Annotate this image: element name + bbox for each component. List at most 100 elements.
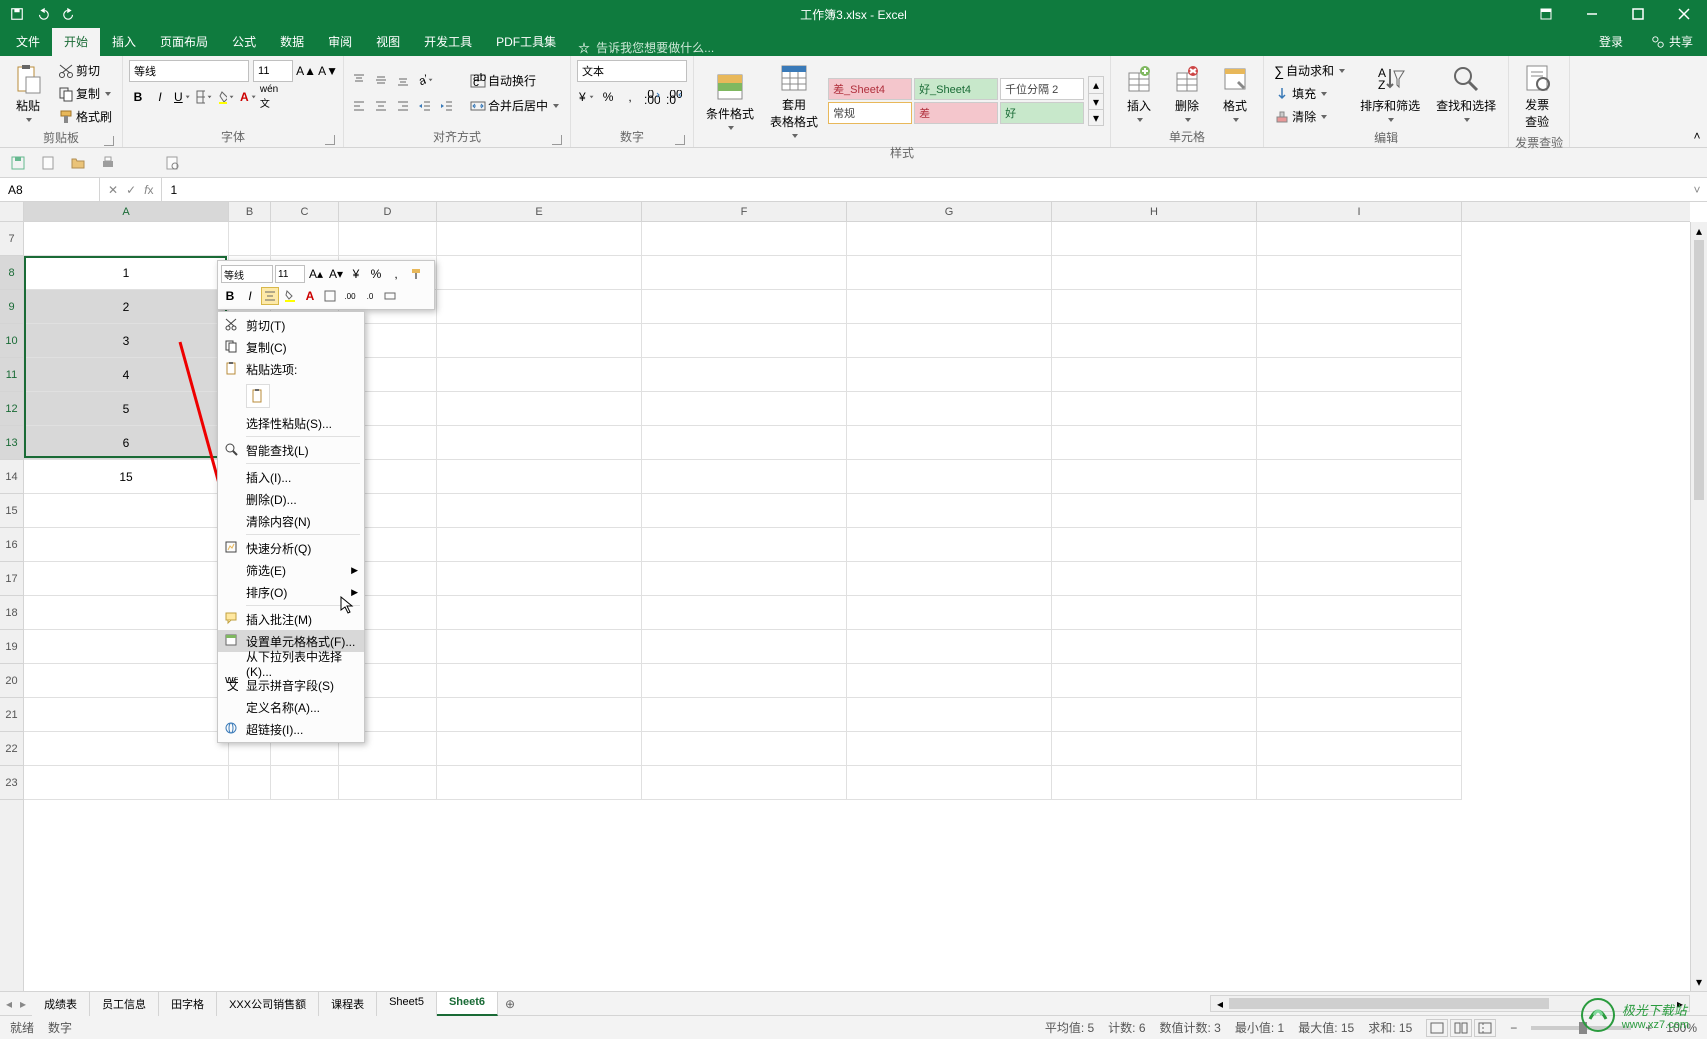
cell[interactable] — [1257, 528, 1462, 562]
cell[interactable] — [24, 222, 229, 256]
context-menu-item[interactable]: 复制(C) — [218, 336, 364, 358]
name-box[interactable] — [0, 178, 100, 201]
cell[interactable] — [271, 222, 339, 256]
context-menu-item[interactable]: 清除内容(N) — [218, 510, 364, 532]
cell[interactable] — [437, 528, 642, 562]
sort-filter-button[interactable]: AZ排序和筛选 — [1354, 61, 1426, 126]
qat-quickprint-icon[interactable] — [100, 155, 116, 171]
cell[interactable] — [24, 596, 229, 630]
tab-开始[interactable]: 开始 — [52, 27, 100, 56]
increase-indent-icon[interactable] — [438, 97, 456, 115]
mini-fill-color-icon[interactable] — [281, 287, 299, 305]
increase-decimal-icon[interactable]: .0.00 — [643, 88, 661, 106]
align-center-icon[interactable] — [372, 97, 390, 115]
cell[interactable] — [847, 732, 1052, 766]
select-all-corner[interactable] — [0, 202, 24, 222]
cell[interactable]: 4 — [24, 358, 229, 392]
maximize-icon[interactable] — [1615, 0, 1661, 28]
row-header[interactable]: 12 — [0, 392, 23, 426]
mini-inc-decimal-icon[interactable]: .00 — [341, 287, 359, 305]
cell[interactable] — [847, 358, 1052, 392]
tab-审阅[interactable]: 审阅 — [316, 27, 364, 56]
zoom-out-icon[interactable]: − — [1510, 1021, 1517, 1035]
mini-merge-icon[interactable] — [381, 287, 399, 305]
tab-PDF工具集[interactable]: PDF工具集 — [484, 27, 568, 56]
row-header[interactable]: 14 — [0, 460, 23, 494]
qat-open-icon[interactable] — [70, 155, 86, 171]
font-color-icon[interactable]: A — [239, 88, 257, 106]
cell[interactable] — [1052, 562, 1257, 596]
vertical-scrollbar[interactable]: ▴▾ — [1690, 222, 1707, 991]
cell[interactable] — [1257, 664, 1462, 698]
row-header[interactable]: 16 — [0, 528, 23, 562]
paste-button[interactable]: 粘贴 — [6, 61, 50, 126]
cell[interactable] — [1052, 630, 1257, 664]
new-sheet-icon[interactable]: ⊕ — [498, 997, 522, 1011]
sheet-tab[interactable]: XXX公司销售额 — [217, 992, 319, 1016]
view-page-break-icon[interactable] — [1474, 1019, 1496, 1037]
cell[interactable] — [1257, 562, 1462, 596]
cell[interactable] — [847, 596, 1052, 630]
col-header-H[interactable]: H — [1052, 202, 1257, 221]
cell[interactable] — [1052, 664, 1257, 698]
col-header-A[interactable]: A — [24, 202, 229, 221]
cell[interactable] — [437, 630, 642, 664]
cell[interactable] — [847, 528, 1052, 562]
style-chip[interactable]: 差 — [914, 102, 998, 124]
style-chip[interactable]: 好_Sheet4 — [914, 78, 998, 100]
col-header-G[interactable]: G — [847, 202, 1052, 221]
increase-font-icon[interactable]: A▲ — [297, 62, 315, 80]
cell[interactable] — [437, 256, 642, 290]
cell[interactable] — [1052, 256, 1257, 290]
style-chip[interactable]: 差_Sheet4 — [828, 78, 912, 100]
gallery-more-icon[interactable]: ▾ — [1089, 109, 1103, 125]
row-header[interactable]: 21 — [0, 698, 23, 732]
cell[interactable] — [437, 290, 642, 324]
accounting-icon[interactable]: ¥ — [577, 88, 595, 106]
cell[interactable] — [1257, 732, 1462, 766]
context-menu-item[interactable]: 筛选(E)▶ — [218, 559, 364, 581]
mini-accounting-icon[interactable]: ¥ — [347, 265, 365, 283]
mini-format-painter-icon[interactable] — [407, 265, 425, 283]
row-header[interactable]: 22 — [0, 732, 23, 766]
style-chip[interactable]: 千位分隔 2 — [1000, 78, 1084, 100]
close-icon[interactable] — [1661, 0, 1707, 28]
cell[interactable] — [1052, 766, 1257, 800]
mini-comma-icon[interactable]: , — [387, 265, 405, 283]
sheet-nav-last-icon[interactable]: ▸ — [20, 997, 26, 1011]
sheet-tab[interactable]: 成绩表 — [32, 992, 90, 1016]
cell[interactable] — [437, 698, 642, 732]
cell[interactable] — [339, 766, 437, 800]
tab-开发工具[interactable]: 开发工具 — [412, 27, 484, 56]
cell[interactable] — [437, 562, 642, 596]
cell[interactable] — [642, 290, 847, 324]
font-dialog-icon[interactable] — [325, 135, 335, 145]
align-top-icon[interactable] — [350, 71, 368, 89]
paste-option-icon[interactable] — [246, 384, 270, 408]
context-menu-item[interactable]: 插入批注(M) — [218, 608, 364, 630]
cell[interactable] — [1257, 358, 1462, 392]
row-header[interactable]: 13 — [0, 426, 23, 460]
cell[interactable] — [847, 392, 1052, 426]
cell[interactable] — [1052, 358, 1257, 392]
cell[interactable] — [24, 698, 229, 732]
login-link[interactable]: 登录 — [1585, 27, 1637, 56]
cell[interactable] — [1257, 766, 1462, 800]
tab-插入[interactable]: 插入 — [100, 27, 148, 56]
style-chip[interactable]: 常规 — [828, 102, 912, 124]
font-name-combo[interactable] — [129, 60, 249, 82]
context-menu-item[interactable]: 插入(I)... — [218, 466, 364, 488]
gallery-down-icon[interactable]: ▾ — [1089, 93, 1103, 109]
spreadsheet-grid[interactable]: ABCDEFGHI 789101112131415161718192021222… — [0, 202, 1707, 991]
cell[interactable] — [847, 324, 1052, 358]
cell[interactable] — [1052, 222, 1257, 256]
context-menu-item[interactable]: 剪切(T) — [218, 314, 364, 336]
cell[interactable]: 3 — [24, 324, 229, 358]
cell[interactable] — [229, 222, 271, 256]
cell[interactable] — [1052, 324, 1257, 358]
row-header[interactable]: 23 — [0, 766, 23, 800]
cell[interactable] — [847, 630, 1052, 664]
cell[interactable] — [1052, 290, 1257, 324]
cell[interactable] — [1257, 630, 1462, 664]
cell[interactable] — [437, 392, 642, 426]
